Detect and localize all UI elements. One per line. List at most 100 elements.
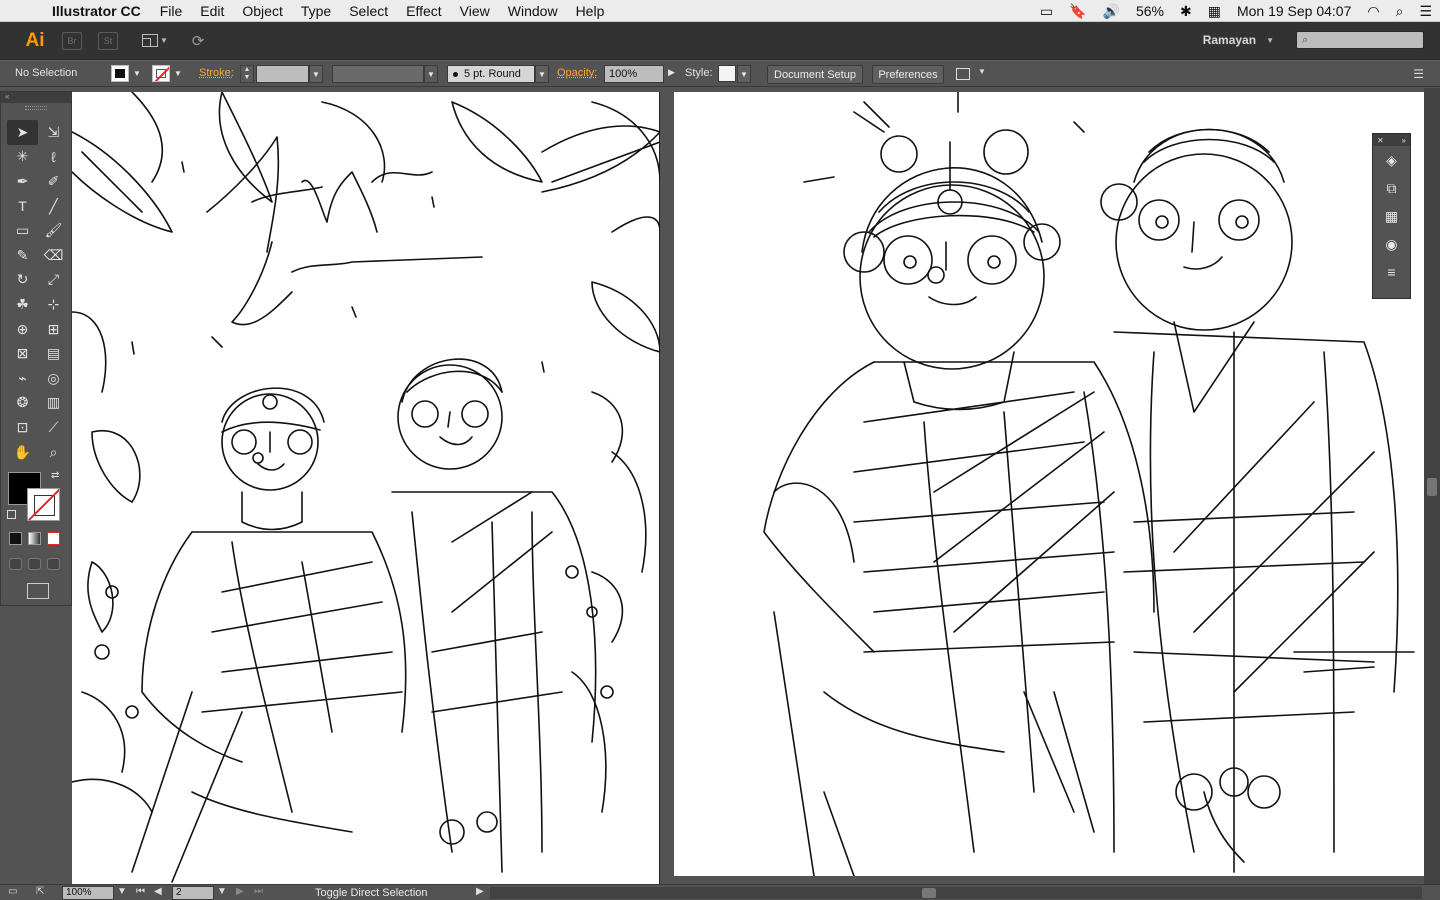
curvature-icon[interactable]: ✐ [38, 169, 69, 194]
scale-icon[interactable]: ⤢ [38, 268, 69, 293]
none-mode-icon[interactable] [47, 532, 60, 545]
screen-mode-icon[interactable] [27, 583, 49, 599]
expand-panels-icon[interactable]: » [1402, 136, 1406, 145]
battery-percent[interactable]: 56% [1128, 3, 1172, 19]
zoom-icon[interactable]: ⌕ [38, 440, 69, 465]
paintbrush-icon[interactable]: 🖌 [38, 218, 69, 243]
eraser-icon[interactable]: ⌫ [38, 243, 69, 268]
line-segment-icon[interactable]: ╱ [38, 194, 69, 219]
menu-view[interactable]: View [451, 3, 499, 19]
artboard-dropdown[interactable]: ▼ [217, 886, 227, 897]
menu-effect[interactable]: Effect [397, 3, 451, 19]
share-icon[interactable]: ⇱ [36, 886, 44, 897]
chevron-down-icon[interactable]: ▼ [132, 65, 142, 82]
artboard-left[interactable] [72, 92, 660, 884]
stock-button[interactable]: St [98, 31, 118, 50]
direct-selection-tool-icon[interactable]: ⇲ [38, 120, 69, 145]
workspace-switcher[interactable]: Ramayan ▼ [1203, 33, 1274, 47]
sync-settings-icon[interactable]: ⟳ [188, 31, 208, 51]
appearance-icon[interactable]: ◉ [1373, 230, 1410, 258]
type-icon[interactable]: T [7, 194, 38, 219]
menu-app-name[interactable]: Illustrator CC [52, 3, 151, 19]
horizontal-scroll-thumb[interactable] [922, 888, 936, 898]
warp-icon[interactable]: ☘ [7, 292, 38, 317]
vertical-scrollbar[interactable] [1424, 88, 1440, 884]
document-canvas[interactable] [72, 88, 1440, 884]
draw-behind-icon[interactable] [28, 558, 41, 570]
bluetooth-icon[interactable]: ✱ [1172, 3, 1200, 20]
default-fill-stroke-icon[interactable] [7, 510, 16, 519]
magic-wand-icon[interactable]: ✳ [7, 145, 38, 170]
draw-inside-icon[interactable] [47, 558, 60, 570]
rotate-icon[interactable]: ↻ [7, 268, 38, 293]
preferences-button[interactable]: Preferences [872, 65, 944, 84]
shape-builder-icon[interactable]: ⊕ [7, 317, 38, 342]
eyedropper-icon[interactable]: ⌁ [7, 366, 38, 391]
panel-grip[interactable] [25, 106, 47, 110]
panel-menu-icon[interactable]: ☰ [1413, 67, 1424, 81]
artboard-number-field[interactable]: 2 [172, 886, 214, 900]
artboard-icon[interactable]: ⊡ [7, 415, 38, 440]
horizontal-scrollbar[interactable] [490, 887, 1422, 899]
selection-tool-icon[interactable]: ➤ [7, 120, 38, 145]
artboards-panel-icon[interactable]: ⧉ [1373, 174, 1410, 202]
wifi-icon[interactable]: ◠ [1359, 3, 1387, 20]
status-menu-arrow[interactable]: ▶ [476, 886, 484, 897]
zoom-field[interactable]: 100% [62, 886, 114, 900]
lasso-icon[interactable]: ℓ [38, 145, 69, 170]
gpu-icon[interactable]: ▭ [8, 886, 17, 897]
symbol-sprayer-icon[interactable]: ❂ [7, 391, 38, 416]
menu-select[interactable]: Select [340, 3, 397, 19]
artboard-right[interactable] [674, 92, 1424, 876]
draw-normal-icon[interactable] [9, 558, 22, 570]
graphic-style-dropdown[interactable]: ▼ [737, 65, 751, 83]
brush-dropdown[interactable]: ▼ [535, 65, 549, 83]
close-icon[interactable]: ✕ [1377, 136, 1384, 145]
stroke-weight-stepper[interactable]: ▲ ▼ [240, 65, 254, 83]
stroke-color-swatch[interactable] [152, 65, 170, 82]
vertical-scroll-thumb[interactable] [1427, 478, 1437, 496]
opacity-slider-toggle[interactable]: ▶ [668, 67, 675, 78]
search-input[interactable]: ⌕ [1296, 31, 1424, 49]
graphic-style-swatch[interactable] [718, 65, 736, 82]
menu-file[interactable]: File [151, 3, 192, 19]
document-setup-button[interactable]: Document Setup [767, 65, 863, 84]
stroke-panel-link[interactable]: Stroke: [199, 67, 234, 79]
free-transform-icon[interactable]: ⊹ [38, 292, 69, 317]
graph-icon[interactable]: ⊞ [38, 317, 69, 342]
collapse-panel-icon[interactable]: « [1, 92, 71, 103]
flag-icon[interactable]: ▦ [1200, 3, 1229, 20]
notification-center-icon[interactable]: ☰ [1411, 3, 1440, 20]
menu-window[interactable]: Window [499, 3, 567, 19]
zoom-dropdown[interactable]: ▼ [117, 886, 127, 897]
datetime[interactable]: Mon 19 Sep 04:07 [1229, 3, 1359, 19]
menu-edit[interactable]: Edit [191, 3, 233, 19]
chevron-down-icon[interactable]: ▼ [978, 67, 986, 76]
stroke-swatch[interactable] [27, 488, 60, 521]
fill-color-swatch[interactable] [111, 65, 129, 82]
swap-fill-stroke-icon[interactable]: ⇄ [51, 470, 59, 481]
last-artboard-icon[interactable]: ⏭ [254, 886, 263, 897]
arrange-documents-button[interactable]: ▼ [142, 32, 170, 50]
bookmark-icon[interactable]: 🔖 [1061, 3, 1094, 20]
hand-icon[interactable]: ✋ [7, 440, 38, 465]
align-options-icon[interactable] [956, 68, 970, 80]
pen-icon[interactable]: ✒ [7, 169, 38, 194]
volume-icon[interactable]: 🔊 [1095, 3, 1128, 20]
gradient-icon[interactable]: ▤ [38, 341, 69, 366]
panel-dock-header[interactable]: ✕ » [1373, 134, 1410, 146]
menu-lines-icon[interactable]: ≡ [1373, 258, 1410, 286]
column-graph-icon[interactable]: ▥ [38, 391, 69, 416]
pencil-icon[interactable]: ✎ [7, 243, 38, 268]
previous-artboard-icon[interactable]: ◀ [154, 886, 162, 897]
chevron-down-icon[interactable]: ▼ [173, 65, 183, 82]
profile-dropdown[interactable]: ▼ [424, 65, 438, 83]
variable-width-profile[interactable] [332, 65, 424, 83]
next-artboard-icon[interactable]: ▶ [236, 886, 244, 897]
color-mode-icon[interactable] [9, 532, 22, 545]
menu-type[interactable]: Type [292, 3, 340, 19]
bridge-button[interactable]: Br [62, 31, 82, 50]
first-artboard-icon[interactable]: ⏮ [136, 886, 145, 897]
spotlight-icon[interactable]: ⌕ [1388, 3, 1412, 20]
menu-help[interactable]: Help [567, 3, 614, 19]
